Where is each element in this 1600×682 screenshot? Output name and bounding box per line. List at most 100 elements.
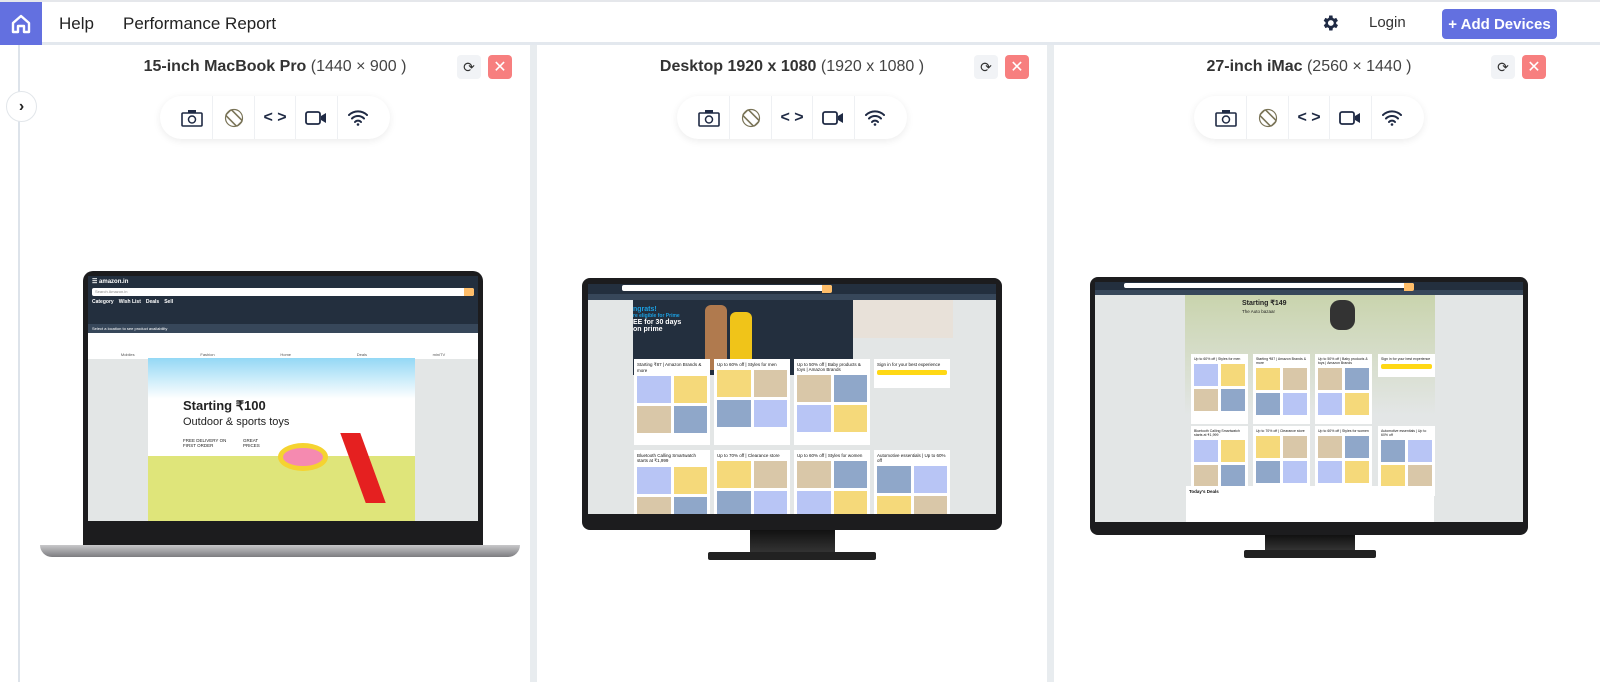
close-icon: ✕ — [493, 59, 507, 76]
gear-icon — [1323, 15, 1338, 31]
device-toolbar: < > — [1194, 96, 1424, 139]
card-title: Automotive essentials | Up to 60% off — [877, 453, 946, 463]
monitor-stand — [750, 530, 835, 552]
promo-banner: Starting ₹100 Outdoor & sports toys FREE… — [148, 358, 415, 521]
amazon-category: miniTV — [432, 352, 446, 357]
add-devices-button[interactable]: + Add Devices — [1442, 9, 1557, 39]
top-navbar: Help Performance Report Login + Add Devi… — [0, 0, 1600, 45]
record-video-button[interactable] — [1330, 96, 1372, 139]
amazon-nav-item: Sell — [164, 299, 174, 305]
amazon-card: Sign in for your best experience — [1378, 354, 1435, 378]
refresh-button[interactable]: ⟳ — [1491, 55, 1515, 79]
macbook-base — [40, 545, 520, 557]
amazon-card: Starting ₹87 | Amazon Brands & more — [634, 359, 710, 445]
rotate-button[interactable] — [730, 96, 772, 139]
amazon-category: Mobiles — [120, 352, 135, 357]
amazon-search-input: Search Amazon.in — [92, 288, 474, 296]
card-title: Sign in for your best experience — [1381, 357, 1431, 361]
network-throttle-button[interactable] — [338, 96, 378, 139]
code-button[interactable]: < > — [1289, 96, 1331, 139]
close-icon: ✕ — [1010, 59, 1024, 76]
close-button[interactable]: ✕ — [1005, 55, 1029, 79]
rotate-button[interactable] — [1247, 96, 1289, 139]
video-icon — [822, 110, 844, 125]
camera-icon — [1215, 109, 1238, 127]
card-title: Bluetooth Calling Smartwatch starts at ₹… — [637, 453, 697, 463]
wifi-icon — [1381, 109, 1402, 126]
hero-title: Starting ₹149 — [1242, 300, 1287, 307]
banner-badge: GREAT PRICES — [243, 438, 260, 448]
screenshot-button[interactable] — [172, 96, 214, 139]
refresh-button[interactable]: ⟳ — [457, 55, 481, 79]
card-title: Up to 50% off | Baby products & toys | A… — [1318, 357, 1368, 365]
card-title: Automotive essentials | Up to 60% off — [1381, 429, 1427, 437]
amazon-card: Up to 60% off | Styles for men — [714, 359, 790, 445]
device-title: 27-inch iMac (2560 × 1440 ) — [1206, 58, 1412, 75]
card-title: Up to 60% off | Styles for women — [1318, 429, 1369, 433]
video-icon — [305, 110, 327, 125]
amazon-card: Up to 70% off | Clearance store — [714, 450, 790, 514]
code-button[interactable]: < > — [772, 96, 814, 139]
video-icon — [1339, 110, 1361, 125]
device-screen[interactable]: ngrats! re eligible for Prime EE for 30 … — [588, 284, 996, 514]
settings-button[interactable] — [1320, 13, 1340, 38]
amazon-card: Bluetooth Calling Smartwatch starts at ₹… — [634, 450, 710, 514]
code-icon: < > — [263, 108, 287, 126]
camera-icon — [698, 109, 721, 127]
hero-subtitle: The Auto bazaar — [1242, 309, 1276, 314]
refresh-icon: ⟳ — [1497, 58, 1509, 75]
nav-help[interactable]: Help — [59, 14, 94, 34]
home-button[interactable] — [0, 2, 42, 45]
panel-divider — [530, 45, 537, 682]
chevron-right-icon: › — [18, 97, 25, 115]
rotate-icon — [224, 108, 243, 127]
refresh-button[interactable]: ⟳ — [974, 55, 998, 79]
code-button[interactable]: < > — [255, 96, 297, 139]
amazon-nav-item: Deals — [145, 299, 160, 305]
amazon-card: Up to 60% off | Styles for women — [794, 450, 870, 514]
amazon-category: Deals — [356, 352, 367, 357]
monitor-base — [1244, 550, 1376, 558]
amazon-category: Fashion — [200, 352, 215, 357]
screenshot-button[interactable] — [1206, 96, 1248, 139]
rotate-icon — [1258, 108, 1277, 127]
device-toolbar: < > — [677, 96, 907, 139]
expand-sidebar-button[interactable]: › — [6, 91, 37, 122]
home-icon — [11, 14, 31, 33]
code-icon: < > — [1297, 108, 1321, 126]
card-title: Up to 60% off | Styles for men — [1194, 357, 1241, 361]
rotate-button[interactable] — [213, 96, 255, 139]
banner-title: Starting ₹100 — [183, 398, 266, 413]
todays-deals: Today's Deals — [1186, 486, 1434, 522]
screenshot-button[interactable] — [689, 96, 731, 139]
card-title: Up to 60% off | Styles for men — [717, 362, 777, 367]
close-button[interactable]: ✕ — [488, 55, 512, 79]
device-screen[interactable]: ☰ amazon.in Search Amazon.in Category Wis… — [88, 276, 478, 521]
login-link[interactable]: Login — [1369, 14, 1406, 31]
record-video-button[interactable] — [813, 96, 855, 139]
card-title: Starting ₹87 | Amazon Brands & more — [1256, 357, 1307, 365]
amazon-card: Up to 50% off | Baby products & toys | A… — [1315, 354, 1372, 424]
record-video-button[interactable] — [296, 96, 338, 139]
amazon-card: Up to 60% off | Styles for men — [1191, 354, 1248, 424]
card-title: Up to 70% off | Clearance store — [1256, 429, 1305, 433]
network-throttle-button[interactable] — [855, 96, 895, 139]
card-title: Sign in for your best experience — [877, 362, 941, 367]
device-toolbar: < > — [160, 96, 390, 139]
amazon-card: Up to 50% off | Baby products & toys | A… — [794, 359, 870, 445]
card-title: Up to 60% off | Styles for women — [797, 453, 863, 458]
panel-divider — [1047, 45, 1054, 682]
amazon-location-bar: Select a location to see product availab… — [88, 324, 478, 333]
close-button[interactable]: ✕ — [1522, 55, 1546, 79]
code-icon: < > — [780, 108, 804, 126]
device-screen[interactable]: Starting ₹149 The Auto bazaar Up to 60% … — [1095, 282, 1523, 522]
card-title: Up to 70% off | Clearance store — [717, 453, 780, 458]
network-throttle-button[interactable] — [1372, 96, 1412, 139]
camera-icon — [181, 109, 204, 127]
amazon-nav-item: Wish List — [118, 299, 141, 305]
sidebar-divider — [18, 45, 20, 682]
wifi-icon — [347, 109, 368, 126]
wifi-icon — [864, 109, 885, 126]
banner-subtitle: Outdoor & sports toys — [183, 416, 290, 428]
nav-performance-report[interactable]: Performance Report — [123, 14, 276, 34]
